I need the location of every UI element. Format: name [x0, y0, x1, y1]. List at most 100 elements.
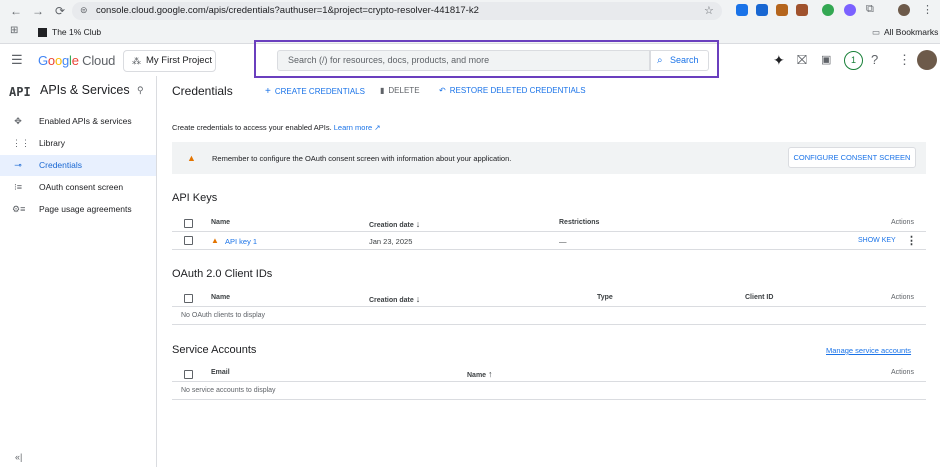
divider — [172, 231, 926, 232]
service-accounts-title: Service Accounts — [172, 344, 257, 356]
warning-icon: ▲ — [187, 153, 196, 163]
intro-text: Create credentials to access your enable… — [172, 123, 381, 132]
extension-icon[interactable] — [776, 4, 788, 16]
all-bookmarks[interactable]: All Bookmarks — [884, 27, 938, 37]
browser-menu-icon[interactable]: ⋮ — [922, 3, 933, 16]
extensions-puzzle-icon[interactable]: ⧉ — [866, 3, 874, 16]
creation-date-cell: Jan 23, 2025 — [369, 237, 413, 246]
sidebar-item-label: Enabled APIs & services — [39, 116, 132, 126]
row-checkbox[interactable] — [184, 236, 193, 245]
delete-button[interactable]: ▮ DELETE — [380, 86, 420, 95]
configure-consent-screen-button[interactable]: CONFIGURE CONSENT SCREEN — [788, 147, 916, 168]
page-title: Credentials — [172, 84, 233, 98]
show-key-button[interactable]: SHOW KEY — [858, 237, 896, 244]
search-input[interactable]: Search (/) for resources, docs, products… — [277, 50, 650, 71]
key-icon: ⊸ — [14, 160, 22, 170]
divider — [172, 249, 926, 250]
banner-text: Remember to configure the OAuth consent … — [212, 154, 512, 163]
sidebar-item-credentials[interactable]: ⊸ Credentials — [0, 155, 156, 176]
api-keys-title: API Keys — [172, 192, 218, 204]
project-icon: ⁂ — [132, 56, 141, 66]
folder-icon: ▭ — [872, 27, 881, 37]
extension-icon[interactable] — [822, 4, 834, 16]
select-all-checkbox[interactable] — [184, 219, 193, 228]
project-picker[interactable]: ⁂ My First Project — [123, 50, 216, 72]
oauth-clients-title: OAuth 2.0 Client IDs — [172, 268, 273, 280]
api-key-name-link[interactable]: API key 1 — [225, 237, 257, 246]
back-icon[interactable]: ← — [8, 4, 24, 18]
column-header-name: Name — [211, 294, 231, 301]
site-info-icon[interactable]: ⊜ — [80, 5, 88, 16]
divider — [172, 399, 926, 400]
column-header-name: Name — [211, 219, 231, 226]
column-header-actions: Actions — [891, 219, 914, 226]
enabled-apis-icon: ✥ — [14, 116, 22, 126]
forward-icon[interactable]: → — [30, 4, 46, 18]
restore-label: RESTORE DELETED CREDENTIALS — [449, 86, 586, 95]
hamburger-menu-icon[interactable]: ☰ — [11, 53, 23, 67]
cloud-shell-icon[interactable]: ▣ — [821, 53, 831, 67]
sidebar-item-label: Credentials — [39, 160, 82, 170]
learn-more-link[interactable]: Learn more ↗ — [334, 123, 381, 132]
apps-icon[interactable]: ⊞ — [10, 25, 18, 36]
column-header-client-id: Client ID — [745, 294, 774, 301]
select-all-checkbox[interactable] — [184, 370, 193, 379]
sort-up-icon: ↑ — [488, 369, 493, 379]
sidebar-item-library[interactable]: ⋮⋮ Library — [0, 133, 156, 154]
extension-icon[interactable] — [736, 4, 748, 16]
sidebar-item-label: Library — [39, 138, 65, 148]
undo-icon: ↶ — [439, 86, 446, 95]
bookmark-star-icon[interactable]: ☆ — [704, 4, 714, 17]
collapse-sidebar-icon[interactable]: «| — [15, 452, 22, 462]
row-more-icon[interactable]: ⋮ — [906, 234, 917, 247]
search-icon: ⌕ — [657, 55, 663, 66]
bookmark-item[interactable]: The 1% Club — [52, 27, 101, 37]
google-cloud-logo[interactable]: Google Cloud — [38, 53, 115, 68]
sort-down-icon: ↓ — [415, 219, 421, 229]
notifications-badge[interactable]: 1 — [844, 51, 863, 70]
bookmark-favicon — [38, 28, 47, 37]
create-credentials-button[interactable]: + CREATE CREDENTIALS — [265, 86, 365, 97]
column-header-creation-date[interactable]: Creation date ↓ — [369, 294, 420, 304]
restore-deleted-button[interactable]: ↶ RESTORE DELETED CREDENTIALS — [439, 86, 586, 95]
column-header-label: Creation date — [369, 297, 414, 304]
reload-icon[interactable]: ⟳ — [52, 4, 68, 18]
library-icon: ⋮⋮ — [12, 138, 30, 148]
column-header-type: Type — [597, 294, 613, 301]
column-header-actions: Actions — [891, 369, 914, 376]
search-button-label: Search — [670, 55, 699, 65]
sidebar-item-oauth-consent[interactable]: ⁝≡ OAuth consent screen — [0, 177, 156, 198]
settings-list-icon: ⚙≡ — [12, 204, 26, 214]
search-button[interactable]: ⌕ Search — [650, 50, 709, 71]
sidebar-item-enabled-apis[interactable]: ✥ Enabled APIs & services — [0, 111, 156, 132]
account-avatar[interactable] — [917, 50, 937, 70]
divider — [172, 306, 926, 307]
column-header-email: Email — [211, 369, 230, 376]
help-icon[interactable]: ? — [871, 53, 878, 67]
column-header-name[interactable]: Name ↑ — [467, 369, 493, 379]
sidebar-item-page-usage[interactable]: ⚙≡ Page usage agreements — [0, 199, 156, 220]
sort-down-icon: ↓ — [415, 294, 421, 304]
project-name: My First Project — [146, 55, 212, 66]
column-header-label: Name — [467, 372, 487, 379]
gift-icon[interactable]: ⛝ — [797, 53, 807, 67]
divider — [172, 324, 926, 325]
extension-icon[interactable] — [796, 4, 808, 16]
column-header-creation-date[interactable]: Creation date ↓ — [369, 219, 420, 229]
sidebar-title: APIs & Services — [40, 83, 130, 97]
empty-state-text: No OAuth clients to display — [181, 312, 266, 319]
divider — [172, 381, 926, 382]
extension-icon[interactable] — [844, 4, 856, 16]
warning-icon: ▲ — [211, 236, 219, 245]
logo-text: Cloud — [78, 53, 116, 68]
manage-service-accounts-link[interactable]: Manage service accounts — [826, 346, 911, 355]
more-options-icon[interactable]: ⋮ — [898, 53, 911, 67]
external-link-icon: ↗ — [374, 123, 381, 132]
select-all-checkbox[interactable] — [184, 294, 193, 303]
pin-icon[interactable]: ⚲ — [137, 85, 144, 96]
address-bar[interactable]: ⊜ console.cloud.google.com/apis/credenti… — [72, 2, 722, 20]
extension-icon[interactable] — [756, 4, 768, 16]
profile-avatar[interactable] — [898, 4, 910, 16]
gemini-sparkle-icon[interactable]: ✦ — [773, 53, 785, 67]
address-bar-url: console.cloud.google.com/apis/credential… — [96, 5, 479, 16]
